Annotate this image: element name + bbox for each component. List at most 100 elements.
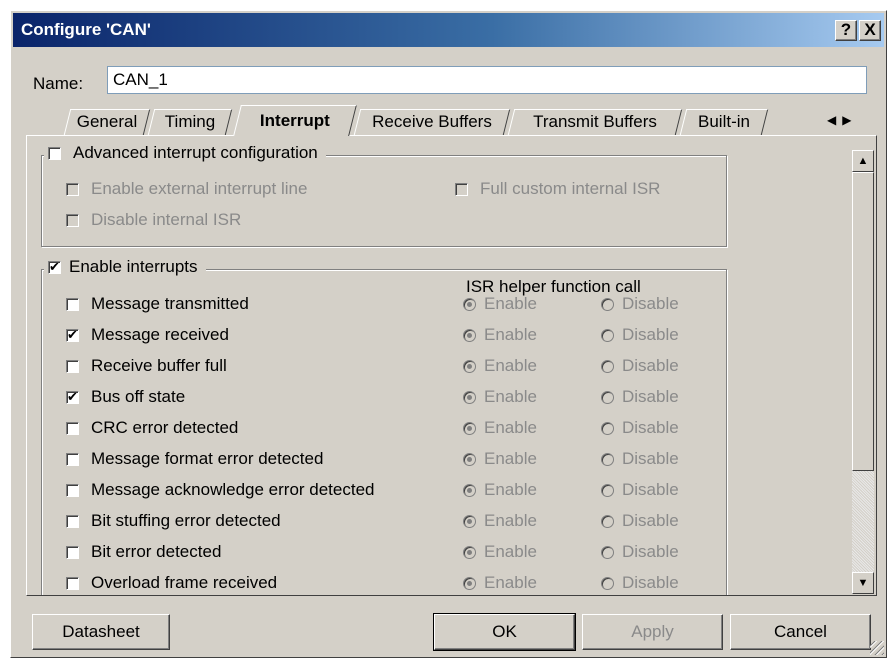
radio-button-icon[interactable]: [601, 514, 614, 528]
interrupt-item[interactable]: Message acknowledge error detected: [66, 480, 375, 500]
radio-label: Disable: [622, 418, 679, 437]
isr-disable-radio[interactable]: Disable: [601, 449, 679, 469]
vertical-scrollbar[interactable]: ▲ ▼: [852, 150, 874, 594]
full-custom-isr-option[interactable]: Full custom internal ISR: [455, 179, 660, 199]
isr-disable-radio[interactable]: Disable: [601, 356, 679, 376]
apply-button[interactable]: Apply: [582, 614, 723, 650]
scrollbar-thumb[interactable]: [852, 172, 874, 471]
isr-disable-radio[interactable]: Disable: [601, 294, 679, 314]
scroll-up-icon[interactable]: ▲: [852, 150, 874, 172]
tab-general[interactable]: General: [63, 109, 151, 135]
radio-button-icon[interactable]: [463, 483, 476, 497]
radio-button-icon[interactable]: [463, 297, 476, 311]
ok-button[interactable]: OK: [433, 613, 576, 651]
radio-button-icon[interactable]: [601, 390, 614, 404]
isr-enable-radio[interactable]: Enable: [463, 480, 537, 500]
interrupt-item-checkbox[interactable]: [66, 359, 79, 373]
tab-interrupt[interactable]: Interrupt: [233, 105, 357, 136]
name-label: Name:: [33, 74, 84, 93]
radio-button-icon[interactable]: [463, 359, 476, 373]
full-custom-isr-checkbox[interactable]: [455, 182, 468, 196]
interrupt-item-checkbox[interactable]: ✔: [66, 390, 79, 404]
isr-disable-radio[interactable]: Disable: [601, 573, 679, 593]
interrupt-item-label: Message format error detected: [91, 449, 324, 468]
disable-internal-isr-checkbox[interactable]: [66, 213, 79, 227]
help-button[interactable]: ?: [835, 20, 857, 41]
radio-button-icon[interactable]: [601, 576, 614, 590]
isr-enable-radio[interactable]: Enable: [463, 356, 537, 376]
name-input[interactable]: [107, 66, 867, 94]
isr-disable-radio[interactable]: Disable: [601, 418, 679, 438]
interrupt-item-checkbox[interactable]: [66, 483, 79, 497]
tab-timing[interactable]: Timing: [147, 109, 233, 135]
radio-button-icon[interactable]: [601, 421, 614, 435]
enable-interrupts-checkbox[interactable]: ✔: [48, 260, 61, 274]
radio-button-icon[interactable]: [463, 421, 476, 435]
isr-disable-radio[interactable]: Disable: [601, 542, 679, 562]
tab-built-in[interactable]: Built-in: [679, 109, 769, 135]
advanced-interrupt-header[interactable]: Advanced interrupt configuration: [44, 143, 326, 163]
close-button[interactable]: X: [859, 20, 881, 41]
enable-external-interrupt-option[interactable]: Enable external interrupt line: [66, 179, 307, 199]
interrupt-item-checkbox[interactable]: ✔: [66, 328, 79, 342]
radio-button-icon[interactable]: [601, 297, 614, 311]
cancel-button[interactable]: Cancel: [730, 614, 871, 650]
interrupt-item[interactable]: CRC error detected: [66, 418, 238, 438]
radio-button-icon[interactable]: [463, 576, 476, 590]
interrupt-item[interactable]: ✔ Bus off state: [66, 387, 185, 407]
interrupt-item[interactable]: ✔ Message received: [66, 325, 229, 345]
tab-scroll-arrows[interactable]: ◀▶: [827, 113, 857, 127]
advanced-interrupt-checkbox[interactable]: [48, 146, 61, 160]
radio-label: Disable: [622, 542, 679, 561]
radio-button-icon[interactable]: [601, 452, 614, 466]
isr-enable-radio[interactable]: Enable: [463, 573, 537, 593]
isr-disable-radio[interactable]: Disable: [601, 325, 679, 345]
datasheet-button[interactable]: Datasheet: [32, 614, 170, 650]
scroll-down-icon[interactable]: ▼: [852, 572, 874, 594]
isr-enable-radio[interactable]: Enable: [463, 294, 537, 314]
interrupt-item[interactable]: Message format error detected: [66, 449, 323, 469]
interrupt-item[interactable]: Bit error detected: [66, 542, 221, 562]
isr-disable-radio[interactable]: Disable: [601, 511, 679, 531]
interrupt-item-checkbox[interactable]: [66, 545, 79, 559]
interrupt-item-label: Message acknowledge error detected: [91, 480, 375, 499]
enable-interrupts-header[interactable]: ✔ Enable interrupts: [44, 257, 206, 277]
radio-label: Disable: [622, 356, 679, 375]
isr-enable-radio[interactable]: Enable: [463, 511, 537, 531]
radio-button-icon[interactable]: [601, 483, 614, 497]
isr-enable-radio[interactable]: Enable: [463, 325, 537, 345]
interrupt-item-checkbox[interactable]: [66, 576, 79, 590]
isr-enable-radio[interactable]: Enable: [463, 387, 537, 407]
interrupt-item-checkbox[interactable]: [66, 297, 79, 311]
isr-enable-radio[interactable]: Enable: [463, 542, 537, 562]
interrupt-item[interactable]: Overload frame received: [66, 573, 277, 593]
radio-button-icon[interactable]: [601, 328, 614, 342]
disable-internal-isr-option[interactable]: Disable internal ISR: [66, 210, 241, 230]
enable-external-interrupt-checkbox[interactable]: [66, 182, 79, 196]
isr-disable-radio[interactable]: Disable: [601, 387, 679, 407]
tab-scroll-left-icon[interactable]: ◀: [827, 113, 842, 127]
interrupt-item-label: Receive buffer full: [91, 356, 227, 375]
interrupt-item-checkbox[interactable]: [66, 514, 79, 528]
interrupt-item[interactable]: Receive buffer full: [66, 356, 227, 376]
radio-button-icon[interactable]: [463, 328, 476, 342]
interrupt-item-checkbox[interactable]: [66, 452, 79, 466]
isr-enable-radio[interactable]: Enable: [463, 449, 537, 469]
isr-disable-radio[interactable]: Disable: [601, 480, 679, 500]
radio-button-icon[interactable]: [601, 359, 614, 373]
radio-button-icon[interactable]: [463, 390, 476, 404]
radio-button-icon[interactable]: [463, 514, 476, 528]
title-bar[interactable]: Configure 'CAN' ? X: [13, 13, 884, 47]
interrupt-item[interactable]: Bit stuffing error detected: [66, 511, 281, 531]
tab-label: Receive Buffers: [372, 112, 492, 131]
interrupt-item[interactable]: Message transmitted: [66, 294, 249, 314]
radio-button-icon[interactable]: [463, 545, 476, 559]
tab-receive-buffers[interactable]: Receive Buffers: [353, 109, 511, 135]
resize-grip-icon[interactable]: [870, 641, 884, 655]
tab-transmit-buffers[interactable]: Transmit Buffers: [507, 109, 683, 135]
tab-scroll-right-icon[interactable]: ▶: [842, 113, 857, 127]
radio-button-icon[interactable]: [601, 545, 614, 559]
isr-enable-radio[interactable]: Enable: [463, 418, 537, 438]
interrupt-item-checkbox[interactable]: [66, 421, 79, 435]
radio-button-icon[interactable]: [463, 452, 476, 466]
